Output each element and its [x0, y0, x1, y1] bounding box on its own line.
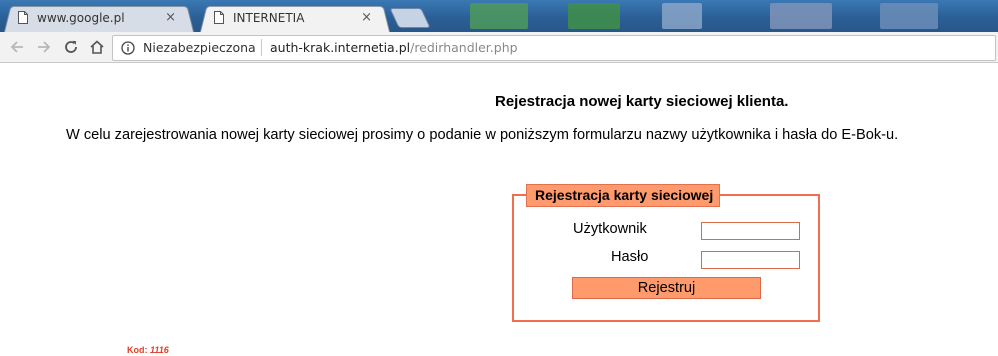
new-tab-button[interactable]	[389, 8, 431, 28]
window-background-decoration	[880, 3, 938, 29]
address-bar[interactable]: Niezabezpieczona auth-krak.internetia.pl…	[112, 35, 996, 61]
window-background-decoration	[770, 3, 832, 29]
window-background-decoration	[662, 3, 702, 29]
code-note: Kod: 1116	[127, 345, 169, 355]
window-background-decoration	[568, 3, 620, 29]
reload-icon[interactable]	[63, 39, 79, 55]
form-legend: Rejestracja karty sieciowej	[526, 184, 721, 207]
username-label: Użytkownik	[573, 221, 647, 237]
code-label: Kod:	[127, 345, 148, 355]
url-path: /redirhandler.php	[410, 40, 518, 55]
password-label: Hasło	[611, 249, 649, 265]
window-background-decoration	[470, 3, 528, 29]
browser-toolbar: Niezabezpieczona auth-krak.internetia.pl…	[0, 32, 998, 63]
tab-strip: www.google.pl × INTERNETIA ×	[0, 0, 998, 32]
page-icon	[214, 11, 224, 24]
close-tab-icon[interactable]: ×	[165, 10, 176, 25]
security-status-label[interactable]: Niezabezpieczona	[143, 40, 256, 55]
page-title: Rejestracja nowej karty sieciowej klient…	[495, 93, 789, 110]
close-tab-icon[interactable]: ×	[361, 10, 372, 25]
tab-title: INTERNETIA	[233, 11, 305, 25]
username-input[interactable]	[701, 222, 800, 240]
page-icon	[18, 11, 28, 24]
address-separator	[261, 39, 262, 56]
tab-title: www.google.pl	[37, 11, 125, 25]
forward-arrow-icon[interactable]	[36, 39, 52, 55]
tab-internetia[interactable]: INTERNETIA ×	[196, 4, 394, 32]
back-arrow-icon[interactable]	[9, 39, 25, 55]
code-value: 1116	[150, 345, 169, 355]
home-icon[interactable]	[89, 39, 105, 55]
info-icon[interactable]	[121, 41, 135, 55]
url-text[interactable]: auth-krak.internetia.pl/redirhandler.php	[270, 40, 518, 55]
tab-google[interactable]: www.google.pl ×	[0, 4, 198, 32]
register-button[interactable]: Rejestruj	[572, 277, 761, 299]
page-intro-text: W celu zarejestrowania nowej karty sieci…	[66, 127, 899, 143]
url-host: auth-krak.internetia.pl	[270, 40, 411, 55]
password-input[interactable]	[701, 251, 800, 269]
